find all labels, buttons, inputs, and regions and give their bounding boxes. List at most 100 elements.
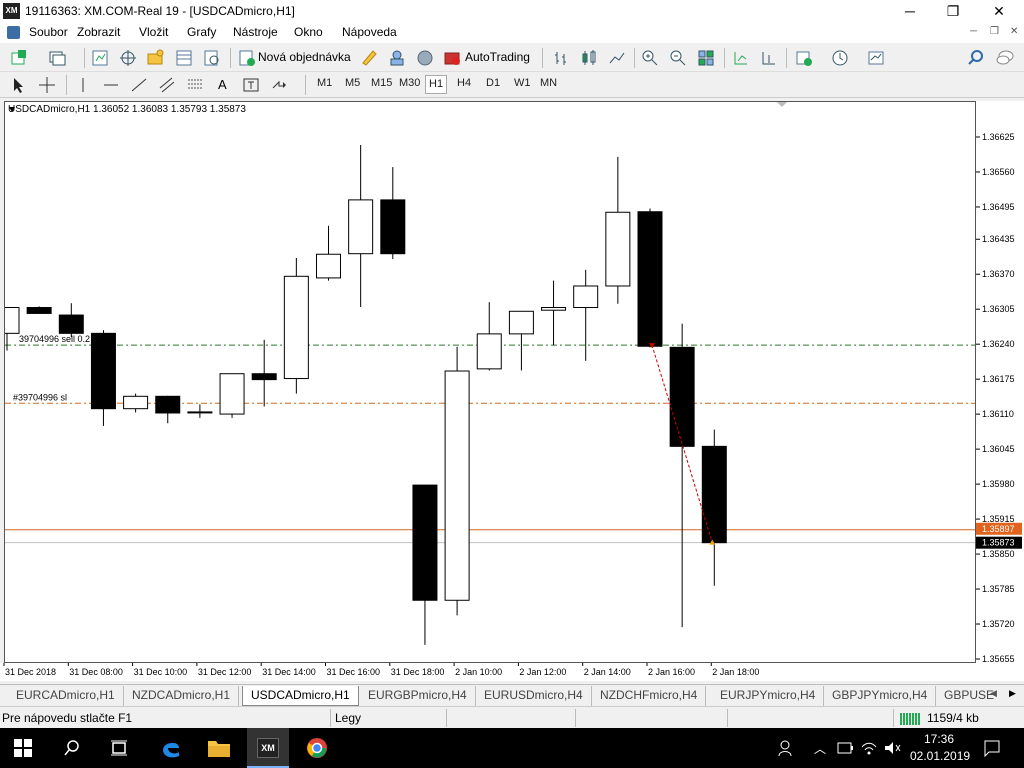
menu-help[interactable]: Nápoveda — [342, 25, 397, 39]
periods-icon[interactable] — [831, 49, 849, 67]
chart-shift-icon[interactable] — [760, 49, 778, 67]
candle-body-bull — [123, 395, 149, 410]
tab-nzdcad[interactable]: NZDCADmicro,H1 — [124, 686, 240, 706]
fibonacci-icon[interactable] — [186, 76, 204, 94]
experts-icon[interactable] — [388, 49, 406, 67]
timeframe-w1[interactable]: W1 — [514, 77, 531, 89]
timeframe-m5[interactable]: M5 — [345, 77, 360, 89]
auto-scroll-icon[interactable] — [732, 49, 750, 67]
timeframe-m30[interactable]: M30 — [399, 77, 420, 89]
tab-gbpjpy[interactable]: GBPJPYmicro,H4 — [824, 686, 937, 706]
crosshair-icon[interactable] — [38, 76, 56, 94]
taskbar-xm-terminal[interactable]: XM — [247, 728, 289, 768]
equidistant-channel-icon[interactable] — [158, 76, 176, 94]
mdi-restore-button[interactable]: ❐ — [990, 26, 999, 37]
tab-eurjpy[interactable]: EURJPYmicro,H4 — [712, 686, 825, 706]
menu-file[interactable]: Soubor — [29, 25, 68, 39]
price-chart[interactable]: 39704996 sell 0.2 #39704996 sl — [5, 102, 976, 663]
chat-icon[interactable] — [996, 49, 1014, 67]
mdi-close-button[interactable]: ✕ — [1010, 26, 1018, 37]
autotrading-button[interactable]: AutoTrading — [465, 50, 530, 64]
close-button[interactable]: ✕ — [976, 0, 1022, 23]
menu-insert[interactable]: Vložit — [139, 25, 168, 39]
indicators-icon[interactable] — [795, 49, 813, 67]
wifi-icon[interactable] — [860, 739, 878, 757]
menu-charts[interactable]: Grafy — [187, 25, 216, 39]
trendline-icon[interactable] — [130, 76, 148, 94]
menu-window[interactable]: Okno — [294, 25, 323, 39]
file-explorer-icon[interactable] — [207, 737, 231, 759]
text-tool-icon[interactable]: A — [218, 77, 227, 92]
tab-scroll-right-icon[interactable]: ▶ — [1009, 688, 1016, 699]
tab-usdcad[interactable]: USDCADmicro,H1 — [242, 686, 359, 706]
navigator-icon[interactable] — [147, 49, 165, 67]
arrows-icon[interactable] — [270, 76, 288, 94]
profiles-icon[interactable] — [48, 49, 66, 67]
tab-scroll-left-icon[interactable]: ◀ — [990, 688, 997, 699]
clock-date[interactable]: 02.01.2019 — [910, 749, 970, 763]
tab-eurcad[interactable]: EURCADmicro,H1 — [8, 686, 124, 706]
signals-icon[interactable] — [416, 49, 434, 67]
cursor-icon[interactable] — [10, 76, 28, 94]
tile-windows-icon[interactable] — [697, 49, 715, 67]
search-icon[interactable] — [967, 49, 985, 67]
tab-eurusd[interactable]: EURUSDmicro,H4 — [476, 686, 592, 706]
zoom-in-icon[interactable] — [641, 49, 659, 67]
price-tick-label: 1.36110 — [982, 409, 1014, 419]
chart-area[interactable]: 39704996 sell 0.2 #39704996 sl — [4, 101, 976, 663]
strategy-tester-icon[interactable] — [203, 49, 221, 67]
timeframe-mn[interactable]: MN — [540, 77, 557, 89]
task-view-icon[interactable] — [110, 739, 128, 757]
candle — [90, 330, 116, 426]
volume-icon[interactable] — [883, 739, 901, 757]
status-help-text: Pre nápovedu stlačte F1 — [2, 711, 133, 725]
autotrading-icon[interactable] — [443, 49, 461, 67]
action-center-icon[interactable] — [983, 739, 1001, 757]
order-label-sl[interactable]: #39704996 sl — [13, 392, 67, 402]
text-label-icon[interactable] — [242, 76, 260, 94]
templates-icon[interactable] — [867, 49, 885, 67]
candlestick-chart-icon[interactable] — [580, 49, 598, 67]
menu-view[interactable]: Zobrazit — [77, 25, 120, 39]
metaeditor-icon[interactable] — [360, 49, 378, 67]
chart-window-icon[interactable] — [7, 26, 20, 39]
market-watch-icon[interactable] — [91, 49, 109, 67]
vertical-line-icon[interactable] — [74, 76, 92, 94]
maximize-button[interactable]: ❐ — [930, 0, 976, 23]
chart-shift-marker[interactable] — [777, 102, 787, 107]
clock-time[interactable]: 17:36 — [924, 732, 954, 746]
chrome-browser-icon[interactable] — [306, 737, 328, 759]
bar-chart-icon[interactable] — [552, 49, 570, 67]
line-chart-icon[interactable] — [608, 49, 626, 67]
tab-eurgbp[interactable]: EURGBPmicro,H4 — [360, 686, 476, 706]
timeframe-h4[interactable]: H4 — [457, 77, 471, 89]
show-hidden-icons-icon[interactable]: ︿ — [814, 740, 826, 757]
horizontal-line-icon[interactable] — [102, 76, 120, 94]
data-window-icon[interactable] — [119, 49, 137, 67]
status-profile[interactable]: Legy — [335, 711, 361, 725]
chart-collapse-icon[interactable] — [9, 107, 15, 112]
battery-icon[interactable] — [836, 740, 854, 756]
terminal-icon[interactable] — [175, 49, 193, 67]
mdi-minimize-button[interactable]: ─ — [970, 26, 977, 37]
people-icon[interactable] — [777, 739, 795, 757]
tab-nzdchf[interactable]: NZDCHFmicro,H4 — [592, 686, 707, 706]
order-label-sell[interactable]: 39704996 sell 0.2 — [19, 334, 90, 344]
taskbar-search-icon[interactable] — [63, 739, 81, 757]
timeframe-h1[interactable]: H1 — [425, 75, 448, 94]
minimize-button[interactable]: ─ — [887, 0, 933, 23]
new-order-icon[interactable] — [238, 49, 256, 67]
windows-start-icon[interactable] — [14, 739, 32, 757]
new-order-button[interactable]: Nová objednávka — [258, 50, 351, 64]
new-chart-icon[interactable] — [10, 49, 28, 67]
timeframe-d1[interactable]: D1 — [486, 77, 500, 89]
edge-browser-icon[interactable] — [160, 737, 182, 759]
price-tick-label: 1.36495 — [982, 202, 1015, 212]
zoom-out-icon[interactable] — [669, 49, 687, 67]
candle-body-bull — [316, 253, 341, 279]
timeframe-m15[interactable]: M15 — [371, 77, 392, 89]
candle — [669, 323, 695, 628]
timeframe-m1[interactable]: M1 — [317, 77, 332, 89]
menu-tools[interactable]: Nástroje — [233, 25, 278, 39]
candle — [219, 373, 245, 418]
